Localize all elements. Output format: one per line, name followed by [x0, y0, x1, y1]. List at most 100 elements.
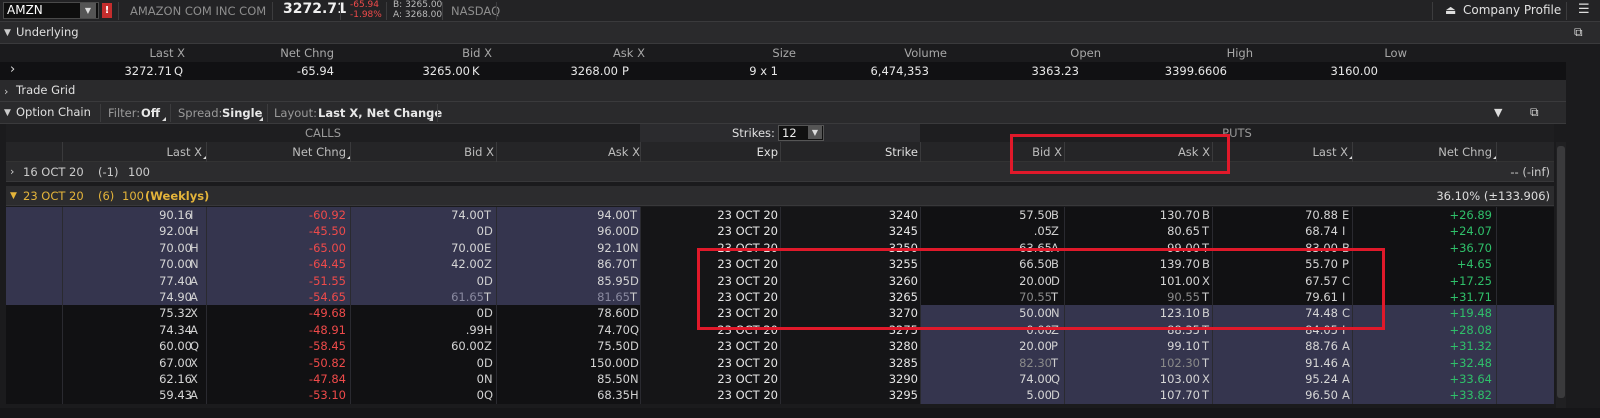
popout-icon[interactable]: ⧉: [1574, 25, 1583, 40]
chain-row[interactable]: 62.16 -47.84 0 85.50 23 OCT 20 3290 74.00 103.0…: [6, 371, 1554, 388]
call-ask[interactable]: 85.95: [597, 274, 630, 288]
col-calls-bid-x[interactable]: Bid X: [464, 145, 494, 159]
put-net-chng[interactable]: +32.48: [1449, 356, 1492, 370]
exp[interactable]: 23 OCT 20: [717, 372, 778, 386]
put-net-chng[interactable]: +31.71: [1449, 290, 1492, 304]
call-ask[interactable]: 78.60: [597, 306, 630, 320]
strike[interactable]: 3245: [889, 224, 918, 238]
chevron-right-icon[interactable]: ›: [4, 85, 8, 98]
call-net-chng[interactable]: -64.45: [309, 257, 346, 271]
layout-dropdown[interactable]: Last X, Net Change: [318, 106, 442, 120]
call-last[interactable]: 70.00: [159, 257, 192, 271]
scrollbar-thumb[interactable]: [1557, 146, 1565, 398]
call-ask[interactable]: 81.65: [597, 290, 630, 304]
exp[interactable]: 23 OCT 20: [717, 388, 778, 402]
call-last[interactable]: 77.40: [159, 274, 192, 288]
call-last[interactable]: 74.90: [159, 290, 192, 304]
filter-dropdown[interactable]: Off: [141, 106, 160, 120]
chain-row[interactable]: 59.43 -53.10 0 68.35 23 OCT 20 3295 5.00 107.70…: [6, 387, 1554, 404]
call-last[interactable]: 70.00: [159, 241, 192, 255]
exp[interactable]: 23 OCT 20: [717, 356, 778, 370]
strike[interactable]: 3285: [889, 356, 918, 370]
call-bid[interactable]: 0: [477, 372, 484, 386]
put-bid[interactable]: 5.00: [1026, 388, 1052, 402]
call-bid[interactable]: 61.65: [451, 290, 484, 304]
put-net-chng[interactable]: +17.25: [1449, 274, 1492, 288]
call-last[interactable]: 59.43: [159, 388, 192, 402]
put-last[interactable]: 96.50: [1305, 388, 1338, 402]
alert-icon[interactable]: !: [102, 3, 112, 18]
call-ask[interactable]: 96.00: [597, 224, 630, 238]
call-ask[interactable]: 92.10: [597, 241, 630, 255]
call-net-chng[interactable]: -51.55: [309, 274, 346, 288]
chevron-down-icon[interactable]: ▼: [4, 108, 11, 118]
put-ask[interactable]: 130.70: [1160, 208, 1200, 222]
put-last[interactable]: 88.76: [1305, 339, 1338, 353]
col-calls-last-x[interactable]: Last X: [167, 145, 203, 159]
horizontal-scrollbar[interactable]: [0, 408, 1600, 418]
exp[interactable]: 23 OCT 20: [717, 224, 778, 238]
put-net-chng[interactable]: +19.48: [1449, 306, 1492, 320]
trade-grid-header[interactable]: › Trade Grid: [0, 80, 1600, 102]
call-ask[interactable]: 150.00: [590, 356, 630, 370]
col-calls-ask-x[interactable]: Ask X: [608, 145, 640, 159]
put-bid[interactable]: 82.30: [1019, 356, 1052, 370]
col-calls-net-chng[interactable]: Net Chng: [292, 145, 346, 159]
chain-row[interactable]: 90.16 -60.92 74.00 94.00 23 OCT 20 3240 57.50 1…: [6, 207, 1554, 224]
call-bid[interactable]: 74.00: [451, 208, 484, 222]
call-ask[interactable]: 85.50: [597, 372, 630, 386]
company-profile-button[interactable]: Company Profile: [1463, 3, 1561, 17]
put-bid[interactable]: .05: [1034, 224, 1052, 238]
put-ask[interactable]: 102.30: [1160, 356, 1200, 370]
call-last[interactable]: 62.16: [159, 372, 192, 386]
call-ask[interactable]: 75.50: [597, 339, 630, 353]
call-bid[interactable]: 0: [477, 274, 484, 288]
col-puts-last-x[interactable]: Last X: [1313, 145, 1349, 159]
call-net-chng[interactable]: -65.00: [309, 241, 346, 255]
expiration-group-16oct[interactable]: › 16 OCT 20 (-1) 100 -- (-inf): [6, 162, 1554, 182]
call-last[interactable]: 90.16: [159, 208, 192, 222]
expiration-group-23oct[interactable]: ▼ 23 OCT 20 (6) 100 (Weeklys) 36.10% (±1…: [6, 186, 1554, 206]
company-profile-icon[interactable]: ⏏: [1445, 3, 1456, 17]
put-ask[interactable]: 80.65: [1167, 224, 1200, 238]
call-bid[interactable]: 70.00: [451, 241, 484, 255]
put-last[interactable]: 70.88: [1305, 208, 1338, 222]
put-net-chng[interactable]: +28.08: [1449, 323, 1492, 337]
put-net-chng[interactable]: +33.64: [1449, 372, 1492, 386]
spread-dropdown[interactable]: Single: [222, 106, 262, 120]
call-net-chng[interactable]: -50.82: [309, 356, 346, 370]
put-bid[interactable]: 20.00: [1019, 339, 1052, 353]
put-net-chng[interactable]: +33.82: [1449, 388, 1492, 402]
put-net-chng[interactable]: +4.65: [1457, 257, 1492, 271]
put-last[interactable]: 68.74: [1305, 224, 1338, 238]
call-net-chng[interactable]: -58.45: [309, 339, 346, 353]
call-net-chng[interactable]: -48.91: [309, 323, 346, 337]
put-net-chng[interactable]: +24.07: [1449, 224, 1492, 238]
chevron-right-icon[interactable]: ›: [10, 165, 14, 178]
call-net-chng[interactable]: -60.92: [309, 208, 346, 222]
call-net-chng[interactable]: -45.50: [309, 224, 346, 238]
call-bid[interactable]: 42.00: [451, 257, 484, 271]
call-ask[interactable]: 74.70: [597, 323, 630, 337]
menu-icon[interactable]: ☰: [1578, 2, 1590, 17]
strike[interactable]: 3290: [889, 372, 918, 386]
call-ask[interactable]: 68.35: [597, 388, 630, 402]
call-net-chng[interactable]: -54.65: [309, 290, 346, 304]
put-ask[interactable]: 103.00: [1160, 372, 1200, 386]
put-last[interactable]: 91.46: [1305, 356, 1338, 370]
option-chain-title[interactable]: Option Chain: [16, 105, 91, 119]
strike[interactable]: 3240: [889, 208, 918, 222]
popout-icon[interactable]: ⧉: [1530, 105, 1539, 120]
put-net-chng[interactable]: +36.70: [1449, 241, 1492, 255]
chain-row[interactable]: 67.00 -50.82 0 150.00 23 OCT 20 3285 82.30 102.…: [6, 354, 1554, 371]
put-net-chng[interactable]: +26.89: [1449, 208, 1492, 222]
exp[interactable]: 23 OCT 20: [717, 208, 778, 222]
put-bid[interactable]: 74.00: [1019, 372, 1052, 386]
strike[interactable]: 3295: [889, 388, 918, 402]
strike[interactable]: 3280: [889, 339, 918, 353]
call-bid[interactable]: 0: [477, 388, 484, 402]
chain-row[interactable]: 60.00 -58.45 60.00 75.50 23 OCT 20 3280 20.00 9…: [6, 338, 1554, 355]
call-last[interactable]: 92.00: [159, 224, 192, 238]
call-last[interactable]: 74.34: [159, 323, 192, 337]
call-last[interactable]: 67.00: [159, 356, 192, 370]
